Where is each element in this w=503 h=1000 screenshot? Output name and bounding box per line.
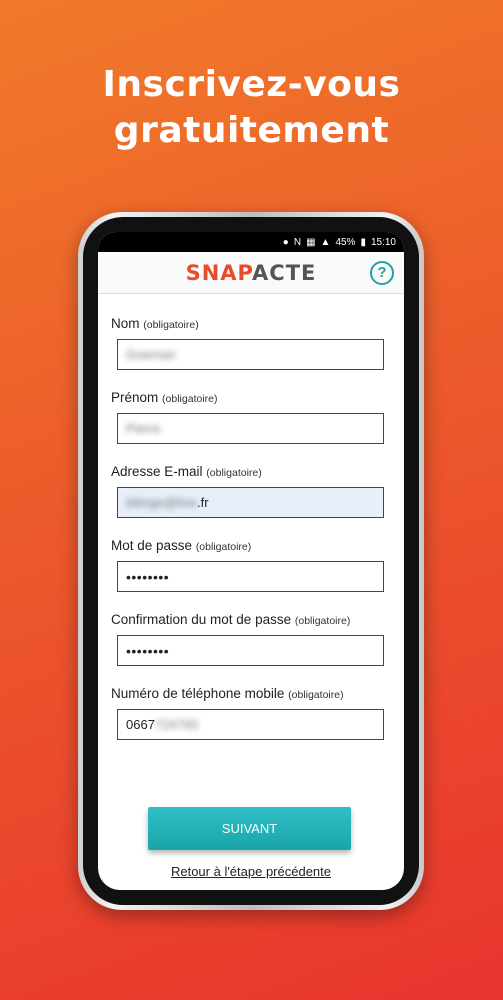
back-link[interactable]: Retour à l'étape précédente [98, 864, 404, 879]
password-confirm-field[interactable]: •••••••• [117, 635, 384, 666]
phone-field[interactable]: 0667 724765 [117, 709, 384, 740]
vibrate-icon: ▦ [306, 236, 316, 248]
nom-field[interactable]: Goeman [117, 339, 384, 370]
battery-icon: ▮ [360, 236, 366, 248]
location-icon: ● [282, 236, 289, 248]
nfc-icon: N [293, 236, 302, 248]
password-confirm-label: Confirmation du mot de passe (obligatoir… [111, 612, 351, 627]
app-header: SNAPACTE ? [98, 252, 404, 294]
headline-line1: Inscrivez-vous [102, 64, 401, 105]
password-field[interactable]: •••••••• [117, 561, 384, 592]
prenom-label: Prénom (obligatoire) [111, 390, 218, 405]
promo-headline: Inscrivez-vous gratuitement [0, 62, 503, 154]
battery-level: 45% [335, 236, 356, 248]
signup-form: Nom (obligatoire) Goeman Prénom (obligat… [98, 316, 404, 740]
phone-screen: ● N ▦ ▲ 45% ▮ 15:10 SNAPACTE ? Nom (obli… [98, 232, 404, 890]
headline-line2: gratuitement [113, 110, 390, 151]
clock: 15:10 [370, 236, 396, 248]
snapacte-logo: SNAPACTE [185, 260, 317, 285]
email-field[interactable]: blimge@live .fr [117, 487, 384, 518]
email-label: Adresse E-mail (obligatoire) [111, 464, 262, 479]
status-bar: ● N ▦ ▲ 45% ▮ 15:10 [98, 232, 404, 252]
next-button[interactable]: SUIVANT [148, 807, 351, 850]
phone-label: Numéro de téléphone mobile (obligatoire) [111, 686, 344, 701]
signal-icon: ▲ [320, 236, 331, 248]
help-icon[interactable]: ? [370, 261, 394, 285]
prenom-field[interactable]: Pierre [117, 413, 384, 444]
nom-label: Nom (obligatoire) [111, 316, 199, 331]
password-label: Mot de passe (obligatoire) [111, 538, 252, 553]
